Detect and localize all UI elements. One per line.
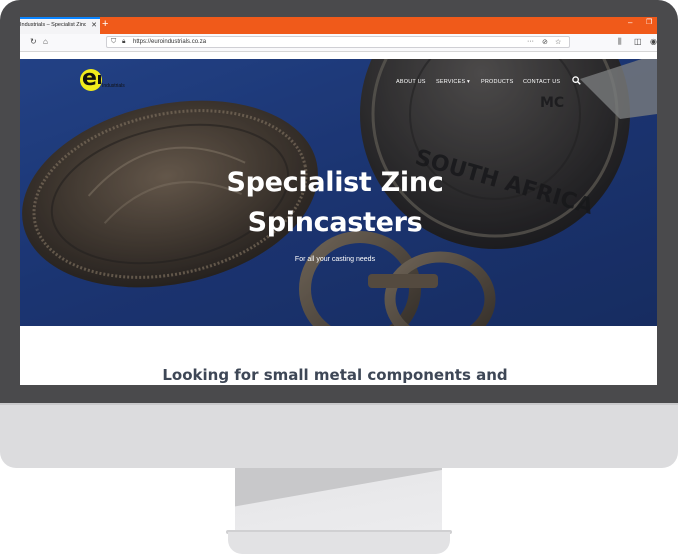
hero-section: SOUTH AFRICA MC e Industrials ABOUT US S… <box>20 59 657 326</box>
page-actions-icon[interactable]: ··· <box>527 38 534 45</box>
url-bar[interactable]: ⛉ 🔒︎ https://euroindustrials.co.za ··· ⊘… <box>106 36 570 48</box>
url-text[interactable]: https://euroindustrials.co.za <box>133 39 206 45</box>
bookmark-star-icon[interactable]: ☆ <box>555 38 561 46</box>
monitor-stand-base <box>228 532 450 554</box>
hero-title-line-1: Specialist Zinc <box>226 167 444 198</box>
hero-subtitle: For all your casting needs <box>294 256 376 263</box>
library-icon[interactable]: ⫼ <box>618 37 622 47</box>
monitor-chin-divider <box>0 403 678 405</box>
browser-tab[interactable]: Industrials – Specialist Zinc ✕ <box>20 17 100 34</box>
logo-letter: e <box>82 66 97 91</box>
tab-title: Industrials – Specialist Zinc <box>20 22 86 28</box>
search-icon[interactable] <box>572 76 581 85</box>
nav-about-us[interactable]: ABOUT US <box>396 79 426 85</box>
home-icon[interactable]: ⌂ <box>43 37 48 47</box>
logo-text: Industrials <box>102 83 125 89</box>
pocket-icon[interactable]: ⊘ <box>542 38 548 46</box>
tab-close-icon[interactable]: ✕ <box>91 21 97 29</box>
browser-tab-bar: Industrials – Specialist Zinc ✕ + – ❐ <box>20 17 657 34</box>
window-minimize-button[interactable]: – <box>628 18 632 27</box>
logo-mark <box>98 75 101 84</box>
reload-icon[interactable]: ↻ <box>30 37 37 47</box>
section-heading: Looking for small metal components and <box>162 366 508 384</box>
browser-toolbar: › ↻ ⌂ ⛉ 🔒︎ https://euroindustrials.co.za… <box>20 34 657 52</box>
lock-icon[interactable]: 🔒︎ <box>122 38 125 46</box>
hero-title-line-2: Spincasters <box>247 207 423 238</box>
sidebar-icon[interactable]: ◫ <box>634 37 642 47</box>
nav-contact-us[interactable]: CONTACT US <box>523 79 560 85</box>
monitor-screen: Industrials – Specialist Zinc ✕ + – ❐ › … <box>20 17 657 385</box>
monitor-stand-neck <box>235 468 442 532</box>
window-restore-button[interactable]: ❐ <box>646 18 652 26</box>
account-icon[interactable]: ◉ <box>650 37 657 47</box>
nav-services[interactable]: SERVICES ▾ <box>436 79 470 85</box>
tracking-shield-icon[interactable]: ⛉ <box>111 38 116 46</box>
new-tab-button[interactable]: + <box>102 18 108 30</box>
nav-products[interactable]: PRODUCTS <box>481 79 513 85</box>
monitor-chin <box>0 403 678 468</box>
